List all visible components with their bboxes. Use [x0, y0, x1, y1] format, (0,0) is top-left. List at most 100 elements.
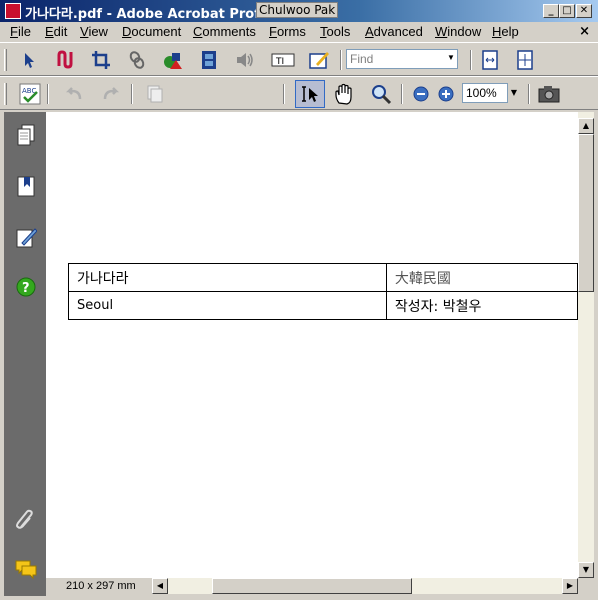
table-row: Seoul 작성자: 박철우 [68, 291, 578, 320]
movie-tool-button[interactable] [196, 48, 222, 72]
horizontal-scroll-thumb[interactable] [212, 578, 412, 594]
toolbar-grip[interactable] [4, 83, 7, 105]
title-bar: 가나다라.pdf - Adobe Acrobat Professional Ch… [0, 0, 598, 22]
crop-icon [92, 51, 110, 69]
copy-button[interactable] [142, 82, 168, 106]
paperclip-icon [16, 509, 33, 529]
author-tooltip: Chulwoo Pak [256, 2, 339, 18]
tasks-toolbar: TI Find ▼ [0, 42, 598, 76]
copy-icon [147, 85, 163, 103]
snapshot-tool-button[interactable] [536, 82, 562, 106]
svg-text:TI: TI [275, 57, 284, 67]
horizontal-scrollbar[interactable]: ◀ ▶ [152, 578, 578, 594]
zoom-in-icon [438, 86, 454, 102]
select-text-tool-button[interactable] [295, 80, 325, 108]
arrow-cursor-icon [25, 53, 34, 68]
menu-edit[interactable]: Edit [45, 24, 67, 39]
zoom-out-button[interactable] [408, 82, 434, 106]
menu-document[interactable]: Document [122, 24, 181, 39]
fit-page-button[interactable] [477, 48, 503, 72]
page-size-label: 210 x 297 mm [66, 580, 136, 592]
toolbar-separator [401, 84, 403, 104]
table-row: 가나다라 大韓民國 [68, 263, 578, 292]
document-table: 가나다라 大韓民國 Seoul 작성자: 박철우 [68, 263, 578, 320]
table-cell: 작성자: 박철우 [385, 291, 578, 320]
toolbar-separator [131, 84, 133, 104]
document-page[interactable]: 가나다라 大韓民國 Seoul 작성자: 박철우 [46, 112, 578, 578]
scroll-right-button[interactable]: ▶ [562, 578, 578, 594]
help-question-icon: ? [16, 277, 36, 297]
menu-help[interactable]: Help [492, 24, 519, 39]
sound-tool-button[interactable] [232, 48, 258, 72]
link-tool-button[interactable] [124, 48, 150, 72]
text-select-cursor-icon [302, 86, 318, 102]
bookmark-icon [17, 176, 35, 197]
pages-icon [17, 124, 35, 146]
scroll-left-button[interactable]: ◀ [152, 578, 168, 594]
full-screen-icon [517, 50, 533, 70]
hand-tool-button[interactable] [331, 82, 357, 106]
menu-window[interactable]: Window [435, 24, 481, 39]
zoom-out-icon [413, 86, 429, 102]
toolbar-grip[interactable] [4, 49, 7, 71]
menu-bar: File Edit View Document Comments Forms T… [0, 22, 598, 42]
link-icon [129, 51, 145, 69]
sign-tool-button[interactable] [306, 48, 332, 72]
zoom-tool-button[interactable] [368, 82, 394, 106]
menu-comments[interactable]: Comments [193, 24, 256, 39]
spell-check-button[interactable]: ABC [17, 82, 43, 106]
menu-advanced[interactable]: Advanced [365, 24, 423, 39]
toolbar-separator [283, 84, 285, 104]
select-tool-button[interactable] [17, 48, 43, 72]
table-cell: 가나다라 [68, 263, 387, 292]
help-panel-button[interactable]: ? [13, 274, 39, 300]
full-screen-button[interactable] [512, 48, 538, 72]
menu-forms[interactable]: Forms [269, 24, 306, 39]
minimize-button[interactable]: _ [543, 4, 559, 18]
sign-pen-icon [309, 52, 329, 69]
vertical-scroll-thumb[interactable] [578, 134, 594, 292]
chevron-down-icon[interactable]: ▼ [508, 83, 520, 103]
zoom-level-input[interactable]: 100% [462, 83, 508, 103]
touchup-icon [57, 50, 73, 69]
crop-tool-button[interactable] [88, 48, 114, 72]
hand-icon [335, 83, 352, 105]
acrobat-app-icon[interactable] [5, 3, 21, 19]
signatures-panel-button[interactable] [13, 224, 39, 250]
document-close-button[interactable]: × [579, 24, 590, 39]
bookmarks-panel-button[interactable] [13, 173, 39, 199]
menu-view[interactable]: View [80, 24, 108, 39]
navigation-pane: ? [4, 112, 46, 596]
vertical-scrollbar[interactable]: ▲ ▼ [578, 112, 594, 578]
text-field-tool-button[interactable]: TI [270, 48, 296, 72]
svg-text:?: ? [22, 281, 30, 296]
attachments-panel-button[interactable] [13, 506, 39, 532]
table-cell: Seoul [68, 291, 387, 320]
shapes-icon [164, 53, 182, 69]
maximize-button[interactable]: □ [559, 4, 575, 18]
scroll-up-button[interactable]: ▲ [578, 118, 594, 134]
signature-pen-icon [16, 228, 37, 248]
table-cell: 大韓民國 [385, 263, 578, 292]
pages-panel-button[interactable] [13, 122, 39, 148]
fit-page-icon [482, 50, 498, 70]
spell-check-icon: ABC [19, 83, 41, 105]
toolbar-separator [528, 84, 530, 104]
camera-icon [538, 86, 560, 103]
find-input[interactable]: Find [346, 49, 458, 69]
touchup-tool-button[interactable] [53, 48, 79, 72]
object-tool-button[interactable] [160, 48, 186, 72]
speaker-icon [237, 53, 253, 67]
editing-toolbar: ABC 100% ▼ [0, 76, 598, 110]
zoom-in-button[interactable] [433, 82, 459, 106]
comments-panel-button[interactable] [13, 556, 39, 582]
redo-icon [103, 87, 120, 100]
undo-button[interactable] [61, 82, 87, 106]
zoom-magnifier-icon [372, 85, 392, 105]
menu-tools[interactable]: Tools [320, 24, 350, 39]
text-field-icon: TI [271, 53, 295, 67]
menu-file[interactable]: File [10, 24, 31, 39]
redo-button[interactable] [98, 82, 124, 106]
scroll-down-button[interactable]: ▼ [578, 562, 594, 578]
close-button[interactable]: ✕ [576, 4, 592, 18]
